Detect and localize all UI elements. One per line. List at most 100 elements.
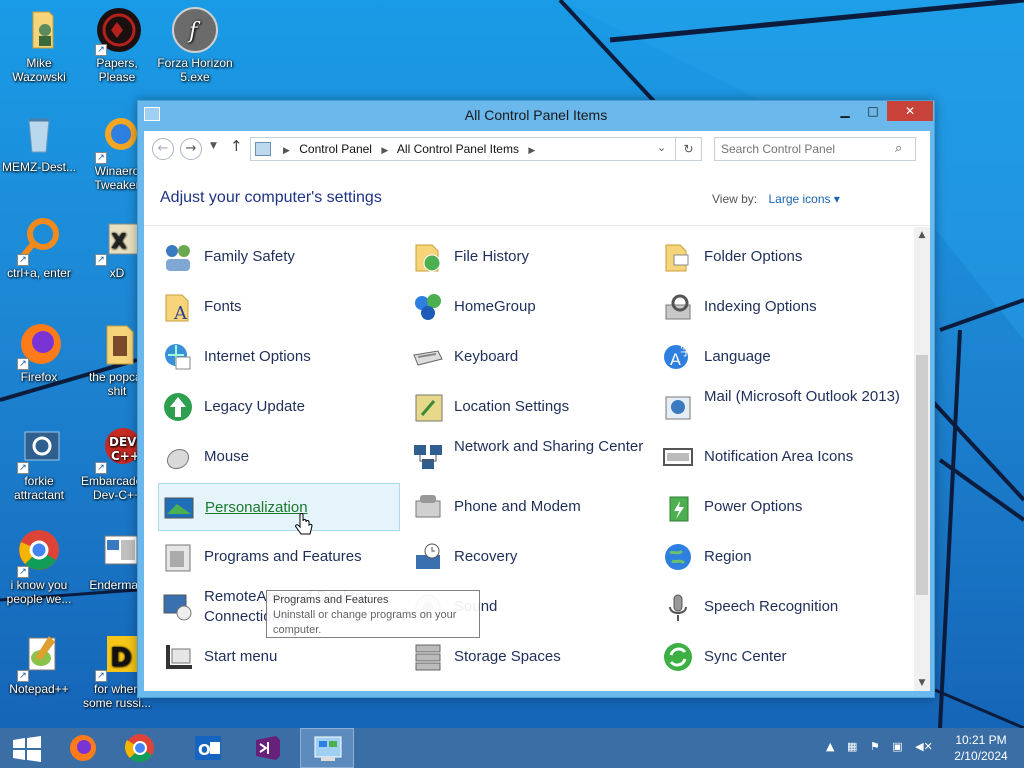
show-hidden-icons-icon[interactable]: ▲ [826,740,834,753]
scroll-up-arrow-icon[interactable]: ▲ [914,227,930,243]
cp-item-indexing-options[interactable]: Indexing Options [658,283,900,331]
vertical-scrollbar[interactable]: ▲ ▼ [914,227,930,691]
window-title: All Control Panel Items [464,107,608,123]
back-arrow-icon[interactable]: ← [152,138,174,160]
cp-item-label: Legacy Update [204,398,305,415]
desktop-icon-firefox[interactable]: ↗ Firefox [0,320,78,384]
cp-item-internet-options[interactable]: Internet Options [158,333,400,381]
cp-item-file-history[interactable]: File History [408,233,650,281]
scrollbar-thumb[interactable] [916,355,928,595]
search-box[interactable]: ⌕ [714,137,916,161]
desktop-icon-forkie[interactable]: ↗ forkie attractant [0,424,78,502]
cp-item-recovery[interactable]: Recovery [408,533,650,581]
shortcut-arrow-icon: ↗ [17,670,29,682]
address-history-dropdown-icon[interactable]: ⌄ [657,141,666,154]
clock[interactable]: 10:21 PM 2/10/2024 [946,732,1016,764]
cp-item-legacy-update[interactable]: Legacy Update [158,383,400,431]
desktop-icon-label: i know you people we... [6,578,72,606]
control-panel-icon [255,142,271,156]
desktop-icon-papers-please[interactable]: ↗ Papers, Please [78,6,156,84]
cp-item-power-options[interactable]: Power Options [658,483,900,531]
cp-item-phone-modem[interactable]: Phone and Modem [408,483,650,531]
cp-item-family-safety[interactable]: Family Safety [158,233,400,281]
breadcrumb-separator-icon[interactable]: ▶ [528,145,535,155]
desktop-icon-i-know-you[interactable]: ↗ i know you people we... [0,528,78,606]
search-input[interactable] [721,141,891,157]
start-menu-icon [166,645,192,669]
desktop-icon-mike-wazowski[interactable]: Mike Wazowski [0,6,78,84]
breadcrumb-all-items[interactable]: All Control Panel Items [397,142,519,156]
folder-icon [15,6,63,54]
cp-item-label: Phone and Modem [454,498,581,515]
search-icon[interactable]: ⌕ [895,140,902,156]
cp-item-label: HomeGroup [454,298,536,315]
internet-options-icon [165,344,191,370]
taskbar-chrome[interactable] [113,728,167,768]
folder-options-icon [665,244,689,272]
taskbar-visual-studio[interactable] [240,728,294,768]
cp-item-sync-center[interactable]: Sync Center [658,633,900,681]
chevron-down-icon: ▾ [833,192,840,206]
cp-item-keyboard[interactable]: Keyboard [408,333,650,381]
cp-item-label: Programs and Features [204,548,362,565]
cp-item-homegroup[interactable]: HomeGroup [408,283,650,331]
cp-item-label: Keyboard [454,348,519,365]
taskbar-firefox[interactable] [56,728,110,768]
maximize-button[interactable]: □ [859,101,887,121]
view-by-dropdown[interactable]: Large icons ▾ [768,192,839,206]
minimize-button[interactable]: ▁ [831,101,859,121]
cp-item-speech-recognition[interactable]: Speech Recognition [658,583,900,631]
close-button[interactable]: ✕ [887,101,933,121]
phone-modem-icon [415,495,441,518]
cp-item-start-menu[interactable]: Start menu [158,633,400,681]
title-bar[interactable]: All Control Panel Items ▁ □ ✕ [138,101,934,131]
taskbar-outlook[interactable]: O [181,728,235,768]
cp-item-fonts[interactable]: A Fonts [158,283,400,331]
volume-muted-icon[interactable]: ◀✕ [915,740,933,753]
clock-time: 10:21 PM [955,733,1007,747]
cp-item-region[interactable]: Region [658,533,900,581]
cp-item-storage-spaces[interactable]: Storage Spaces [408,633,650,681]
display-tray-icon[interactable]: ▣ [892,740,902,753]
refresh-icon[interactable]: ↻ [675,138,701,160]
clock-date: 2/10/2024 [954,749,1008,763]
taskbar: O ▲ ▦ ⚑ ▣ ◀✕ 10:21 PM 2/10/2024 [0,728,1024,768]
cp-item-label: Internet Options [204,348,311,365]
personalization-icon [164,497,194,519]
desktop-icon-notepadpp[interactable]: ↗ Notepad++ [0,632,78,696]
window-icon [93,528,141,576]
control-panel-icon [314,736,342,761]
address-bar[interactable]: ▶ Control Panel ▶ All Control Panel Item… [250,137,702,161]
desktop-icon-memz[interactable]: MEMZ-Dest... [0,110,78,174]
cp-item-location-settings[interactable]: Location Settings [408,383,650,431]
start-button[interactable] [0,728,54,768]
control-panel-window: All Control Panel Items ▁ □ ✕ ← → ▼ ↑ ▶ … [137,100,935,698]
tooltip: Programs and Features Uninstall or chang… [266,590,480,638]
recent-locations-dropdown-icon[interactable]: ▼ [210,141,217,151]
up-arrow-icon[interactable]: ↑ [230,137,243,155]
network-tray-icon[interactable]: ▦ [847,740,857,753]
svg-text:A: A [173,303,188,323]
cp-item-notification-area[interactable]: Notification Area Icons [658,433,900,481]
cp-item-programs-features[interactable]: Programs and Features [158,533,400,581]
flag-icon[interactable]: ⚑ [870,740,880,753]
scroll-down-arrow-icon[interactable]: ▼ [914,675,930,691]
breadcrumb-control-panel[interactable]: Control Panel [299,142,372,156]
windows-logo-icon [13,736,41,762]
cp-item-personalization[interactable]: Personalization [158,483,400,531]
cp-item-label: Power Options [704,498,803,515]
legacy-update-icon [164,393,192,421]
cp-item-language[interactable]: A字 Language [658,333,900,381]
cp-item-mouse[interactable]: Mouse [158,433,400,481]
forward-arrow-icon[interactable]: → [180,138,202,160]
visual-studio-icon [256,736,280,760]
partial-item-icon [162,227,194,231]
cp-item-folder-options[interactable]: Folder Options [658,233,900,281]
taskbar-control-panel[interactable] [300,728,354,768]
breadcrumb-separator-icon[interactable]: ▶ [381,145,388,155]
firefox-icon: ↗ [15,320,63,370]
cp-item-mail[interactable]: Mail (Microsoft Outlook 2013) [658,383,900,431]
desktop-icon-ctrl-a-enter[interactable]: ↗ ctrl+a, enter [0,216,78,280]
cp-item-network-sharing[interactable]: Network and Sharing Center [408,433,650,481]
desktop-icon-forza-horizon[interactable]: f Forza Horizon 5.exe [156,6,234,84]
